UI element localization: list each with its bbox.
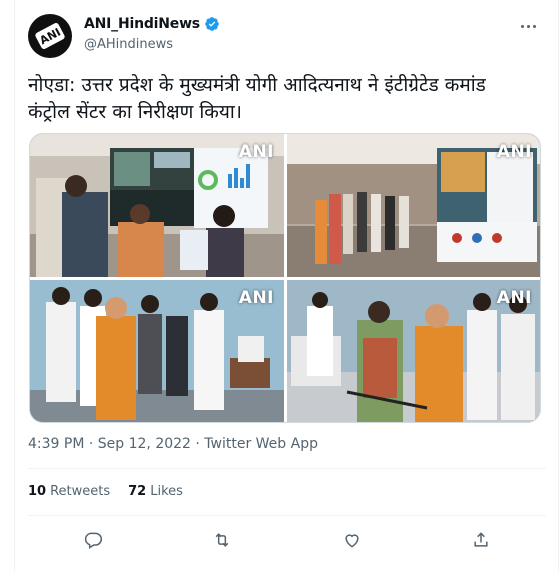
likes-stat[interactable]: 72 Likes: [128, 484, 183, 499]
reply-button[interactable]: [75, 522, 111, 558]
user-handle[interactable]: @AHindinews: [84, 37, 173, 52]
retweets-count: 10: [28, 484, 47, 499]
retweets-label: Retweets: [50, 484, 111, 499]
photo-4[interactable]: ANI: [287, 280, 540, 422]
share-icon: [474, 532, 488, 547]
action-bar: [28, 522, 546, 558]
engagement-stats: 10 Retweets 72 Likes: [28, 484, 183, 499]
name-row: ANI_HindiNews: [84, 16, 220, 32]
ani-watermark: ANI: [496, 288, 532, 308]
divider: [28, 515, 546, 516]
tweet-header: ANI ANI_HindiNews @AHindinews: [28, 14, 548, 60]
media-grid: ANI ANI ANI ANI: [29, 133, 541, 423]
photo-2[interactable]: ANI: [287, 134, 540, 277]
ani-watermark: ANI: [496, 142, 532, 162]
retweet-icon: [215, 533, 229, 547]
avatar[interactable]: ANI: [28, 14, 72, 58]
likes-label: Likes: [150, 484, 183, 499]
verified-badge-icon: [205, 17, 219, 31]
ani-watermark: ANI: [238, 288, 274, 308]
avatar-logo: ANI: [34, 21, 66, 51]
reply-icon: [84, 532, 102, 549]
more-icon[interactable]: [516, 16, 540, 36]
retweets-stat[interactable]: 10 Retweets: [28, 484, 110, 499]
tweet-timestamp[interactable]: 4:39 PM · Sep 12, 2022 · Twitter Web App: [28, 436, 318, 452]
heart-icon: [345, 534, 359, 548]
display-name[interactable]: ANI_HindiNews: [84, 16, 200, 32]
photo-1[interactable]: ANI: [30, 134, 284, 277]
tweet-card: ANI ANI_HindiNews @AHindinews नोएडा: उत्…: [14, 0, 559, 572]
divider: [28, 468, 546, 469]
likes-count: 72: [128, 484, 147, 499]
photo-3[interactable]: ANI: [30, 280, 284, 422]
tweet-text: नोएडा: उत्तर प्रदेश के मुख्यमंत्री योगी …: [28, 74, 486, 123]
ani-watermark: ANI: [238, 142, 274, 162]
like-button[interactable]: [334, 522, 370, 558]
share-button[interactable]: [463, 522, 499, 558]
retweet-button[interactable]: [204, 522, 240, 558]
